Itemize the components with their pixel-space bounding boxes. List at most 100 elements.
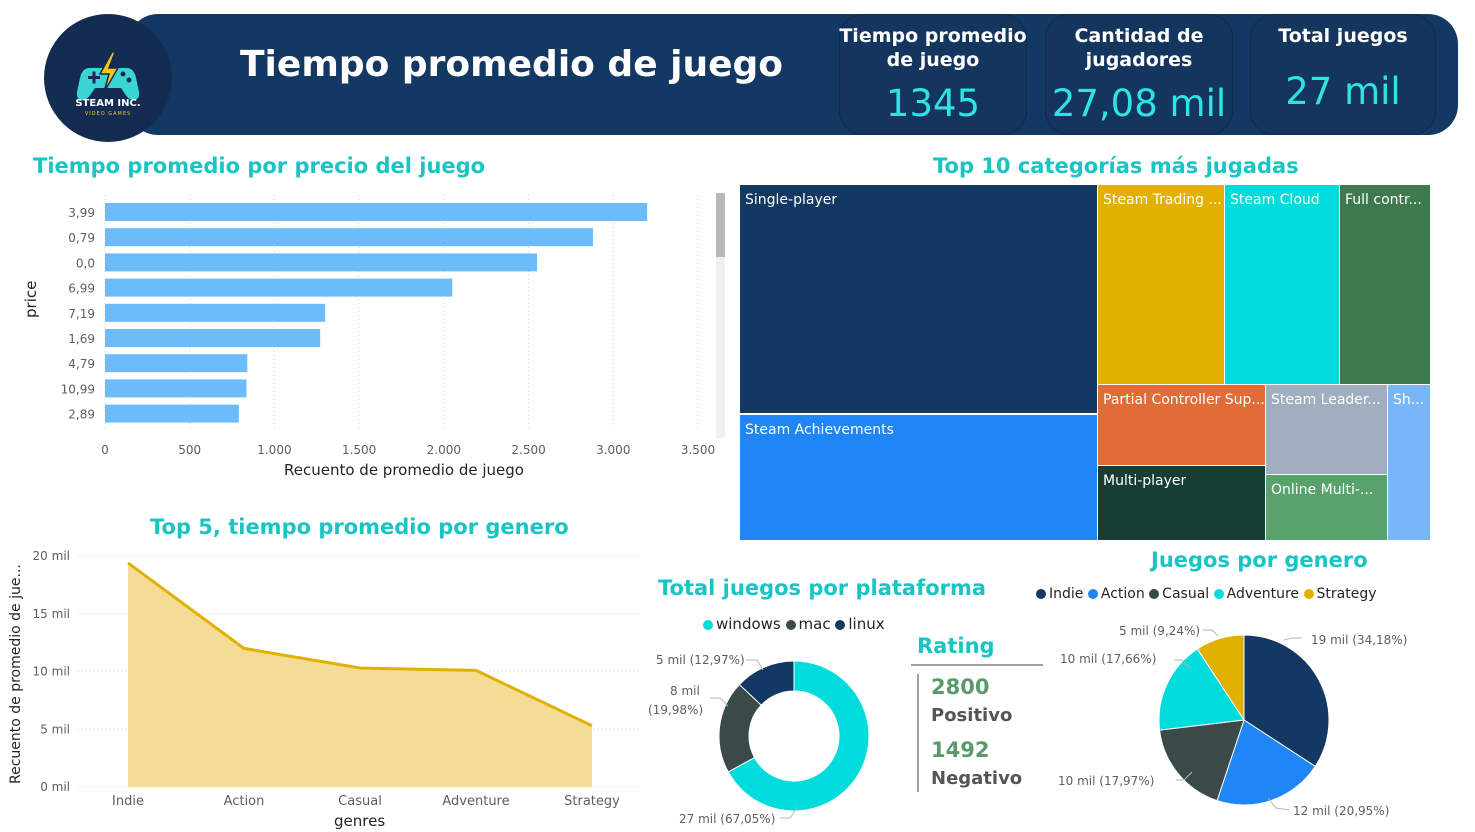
bar[interactable] [105, 203, 648, 221]
legend-label: linux [848, 615, 885, 633]
legend-label: Casual [1162, 586, 1210, 602]
logo-subtitle: VIDEO GAMES [84, 111, 132, 117]
kpi-value: 1345 [885, 82, 981, 125]
logo-name: STEAM INC. [75, 98, 141, 109]
bar[interactable] [105, 253, 538, 272]
area-category-label: Action [224, 794, 265, 809]
treemap-tile[interactable]: Full contr... [1339, 184, 1431, 385]
treemap: Single-player Steam Achievements Steam T… [739, 184, 1431, 541]
rating-side-line [917, 674, 919, 792]
page-title: Tiempo promedio de juego [240, 44, 784, 85]
treemap-label: Multi-player [1103, 473, 1187, 489]
bar-category-label: 4,79 [68, 357, 95, 371]
gamepad-lightning-icon [76, 51, 140, 100]
treemap-title: Top 10 categorías más jugadas [933, 154, 1299, 178]
legend-dot [785, 619, 796, 630]
donut-label-mac-line2: (19,98%) [648, 703, 704, 717]
leader-line [1203, 629, 1219, 637]
bar-chart-title: Tiempo promedio por precio del juego [33, 154, 486, 178]
legend-item-action[interactable]: Action [1087, 586, 1145, 602]
bar[interactable] [105, 354, 248, 373]
rating-positive-value: 2800 [931, 675, 990, 699]
area-ytick-label: 0 mil [40, 780, 70, 794]
bar[interactable] [105, 278, 453, 297]
legend-item-windows[interactable]: windows [703, 615, 781, 633]
kpi-title-line2: jugadores [1085, 49, 1193, 71]
area-chart-ylabel: Recuento de promedio de jue... [8, 564, 24, 784]
pie-label-strategy: 5 mil (9,24%) [1119, 624, 1201, 638]
area-category-label: Casual [338, 794, 382, 809]
treemap-label: Steam Trading ... [1103, 192, 1222, 208]
pie-label-action: 12 mil (20,95%) [1293, 804, 1390, 818]
legend-dot [1036, 589, 1046, 599]
legend-item-linux[interactable]: linux [835, 615, 885, 633]
treemap-tile[interactable]: Steam Leader... [1265, 384, 1388, 475]
bar-category-label: 7,19 [68, 307, 95, 321]
treemap-tile[interactable]: Steam Cloud [1224, 184, 1340, 385]
legend-item-mac[interactable]: mac [785, 615, 831, 633]
legend-item-indie[interactable]: Indie [1036, 586, 1083, 602]
rating-positive-label: Positivo [931, 705, 1013, 726]
donut-label-linux: 5 mil (12,97%) [656, 653, 745, 667]
treemap-tile[interactable]: Partial Controller Sup... [1097, 384, 1266, 466]
legend-dot [703, 619, 713, 630]
legend-label: Indie [1049, 586, 1084, 602]
legend-dot [835, 619, 846, 630]
bar-xtick-label: 3.000 [596, 443, 630, 457]
donut-label-mac-line1: 8 mil [670, 684, 700, 698]
kpi-card-avg-time: Tiempo promedio de juego 1345 [839, 14, 1027, 135]
area-chart-title: Top 5, tiempo promedio por genero [150, 515, 569, 539]
treemap-label: Single-player [745, 192, 838, 208]
legend-label: Adventure [1226, 586, 1300, 602]
pie-label-indie: 19 mil (34,18%) [1311, 633, 1408, 647]
donut-legend: windows mac linux [703, 615, 885, 633]
area-ytick-label: 20 mil [33, 549, 70, 563]
kpi-title-line1: Tiempo promedio [839, 25, 1027, 47]
area-chart: 0 mil 5 mil 10 mil 15 mil 20 mil Indie Action… [33, 549, 640, 809]
bar-category-label: 10,99 [61, 382, 95, 396]
area-ytick-label: 5 mil [40, 722, 70, 736]
bar-chart: 3,99 0,79 0,0 6,99 7,19 1,69 4,79 10,99 2,89 0 50… [61, 193, 725, 457]
rating-title: Rating [917, 634, 995, 658]
treemap-tile[interactable]: Steam Trading ... [1097, 184, 1225, 385]
bar[interactable] [105, 228, 593, 247]
kpi-title-line2: de juego [886, 49, 980, 71]
legend-item-adventure[interactable]: Adventure [1213, 586, 1300, 602]
treemap-label: Sh... [1393, 392, 1425, 408]
donut-label-windows: 27 mil (67,05%) [679, 812, 776, 826]
legend-item-casual[interactable]: Casual [1149, 586, 1209, 602]
bar-xtick-label: 2.000 [427, 443, 461, 457]
bar[interactable] [105, 329, 321, 347]
steam-inc-logo: STEAM INC. VIDEO GAMES [44, 14, 172, 142]
donut-chart-title: Total juegos por plataforma [658, 576, 987, 600]
legend-dot [1213, 589, 1224, 599]
bar-xtick-label: 1.000 [257, 443, 291, 457]
bar-xtick-label: 500 [178, 443, 201, 457]
donut-chart [710, 659, 870, 819]
treemap-tile[interactable]: Steam Achievements [739, 414, 1098, 541]
bar-xtick-label: 0 [101, 443, 109, 457]
treemap-tile[interactable]: Multi-player [1097, 465, 1266, 541]
area-chart-xlabel: genres [334, 812, 386, 830]
legend-label: mac [798, 615, 831, 633]
area-ytick-label: 15 mil [33, 607, 70, 621]
treemap-tile[interactable]: Online Multi-... [1265, 474, 1388, 541]
treemap-tile[interactable]: Single-player [739, 184, 1098, 414]
leader-line [1283, 637, 1302, 641]
bar[interactable] [105, 404, 239, 423]
bar[interactable] [105, 303, 326, 322]
legend-item-strategy[interactable]: Strategy [1303, 586, 1377, 602]
treemap-label: Steam Leader... [1271, 392, 1381, 408]
bar-category-label: 3,99 [68, 206, 95, 220]
treemap-tile[interactable]: Sh... [1387, 384, 1431, 541]
area-category-label: Adventure [442, 794, 509, 809]
bar-chart-scrollbar[interactable] [716, 193, 725, 257]
pie-chart-title: Juegos por genero [1151, 548, 1368, 572]
legend-dot [1087, 589, 1098, 599]
bar[interactable] [105, 379, 247, 398]
rating-negative-value: 1492 [931, 738, 990, 762]
treemap-label: Online Multi-... [1271, 482, 1374, 498]
bar-chart-xlabel: Recuento de promedio de juego [284, 461, 524, 479]
bar-xtick-label: 1.500 [342, 443, 376, 457]
bar-category-label: 0,79 [68, 231, 95, 245]
